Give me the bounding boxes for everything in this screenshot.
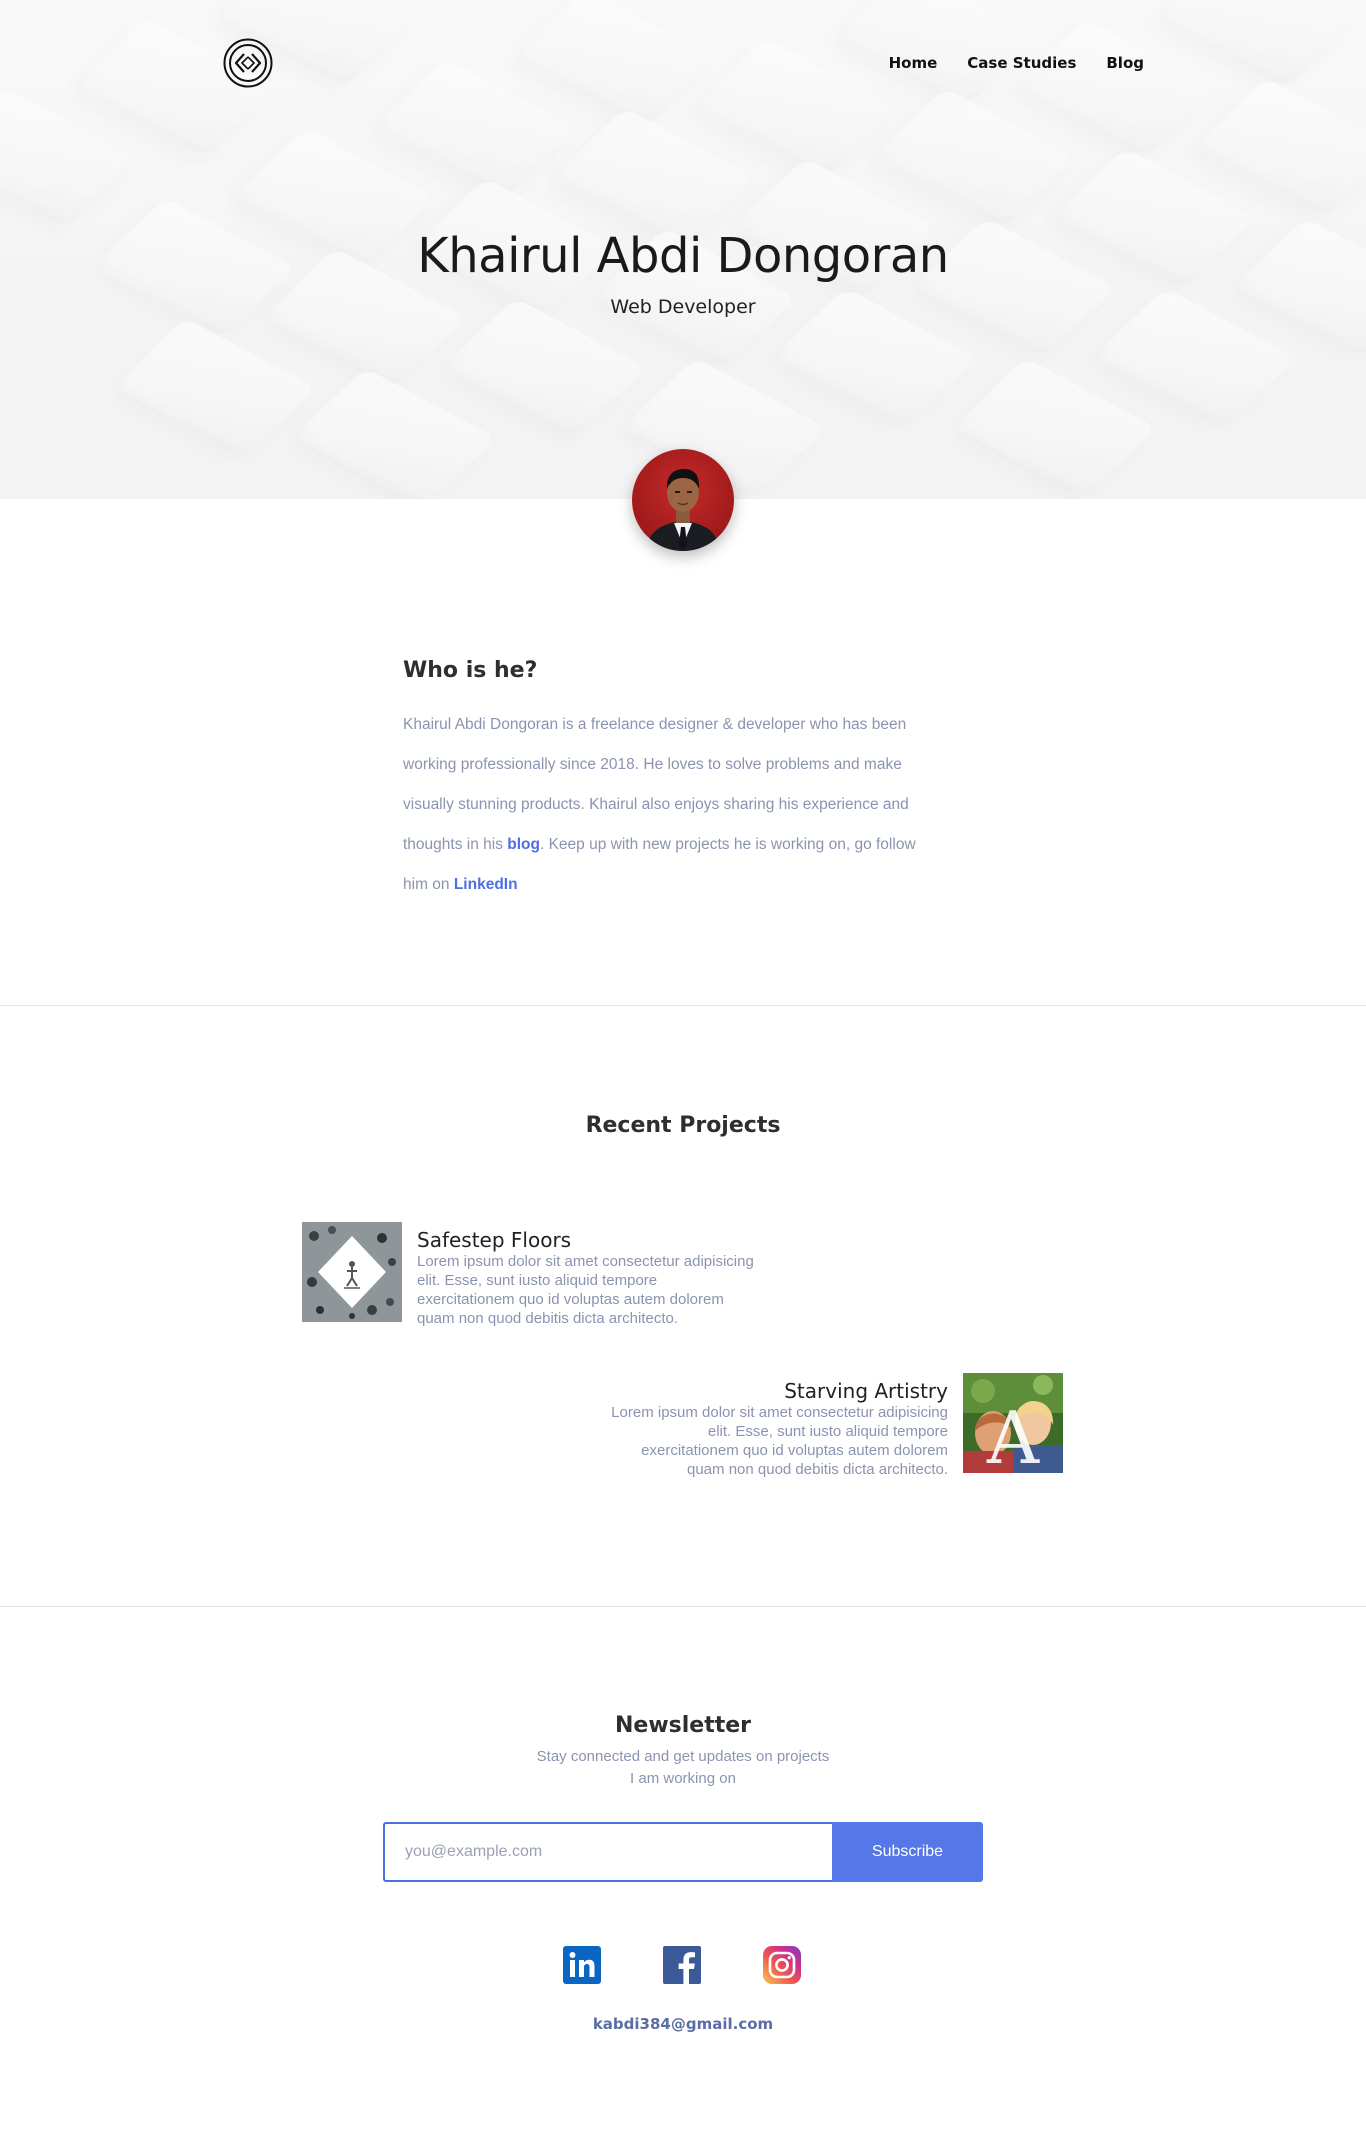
profile-photo <box>646 469 720 551</box>
project-title[interactable]: Safestep Floors <box>417 1228 757 1252</box>
about-heading: Who is he? <box>403 658 538 683</box>
newsletter-subtitle: Stay connected and get updates on projec… <box>536 1748 830 1787</box>
project-thumbnail <box>302 1222 402 1322</box>
nav-home[interactable]: Home <box>889 54 938 72</box>
linkedin-icon <box>563 1946 601 1984</box>
contact-email-link[interactable]: kabdi384@gmail.com <box>0 2015 1366 2033</box>
code-logo-icon <box>223 38 273 88</box>
project-card[interactable]: Safestep Floors Lorem ipsum dolor sit am… <box>302 1222 757 1328</box>
project-card[interactable]: Starving Artistry Lorem ipsum dolor sit … <box>608 1373 1063 1479</box>
blog-link[interactable]: blog <box>507 836 540 853</box>
starving-artistry-thumbnail-image: A <box>963 1373 1063 1473</box>
projects-heading: Recent Projects <box>585 1113 781 1138</box>
social-links <box>563 1946 801 1984</box>
avatar <box>632 449 734 551</box>
email-input[interactable] <box>383 1822 832 1882</box>
newsletter-form: Subscribe <box>383 1822 983 1882</box>
main-nav: Home Case Studies Blog <box>889 54 1144 72</box>
project-title[interactable]: Starving Artistry <box>608 1379 948 1403</box>
about-text: Khairul Abdi Dongoran is a freelance des… <box>403 716 916 893</box>
newsletter-heading: Newsletter <box>614 1713 752 1738</box>
about-section: Who is he? Khairul Abdi Dongoran is a fr… <box>403 658 943 905</box>
nav-blog[interactable]: Blog <box>1106 54 1144 72</box>
hero-role: Web Developer <box>610 296 756 318</box>
project-description: Lorem ipsum dolor sit amet consectetur a… <box>611 1404 948 1478</box>
hero-banner: Home Case Studies Blog Khairul Abdi Dong… <box>0 0 1366 499</box>
safestep-thumbnail-image <box>302 1222 402 1322</box>
instagram-icon <box>763 1946 801 1984</box>
subscribe-button[interactable]: Subscribe <box>832 1822 983 1882</box>
instagram-link-icon[interactable] <box>763 1946 801 1984</box>
facebook-link-icon[interactable] <box>663 1946 701 1984</box>
section-divider <box>0 1606 1366 1607</box>
linkedin-link-icon[interactable] <box>563 1946 601 1984</box>
nav-case-studies[interactable]: Case Studies <box>967 54 1076 72</box>
project-thumbnail: A <box>963 1373 1063 1473</box>
svg-text:A: A <box>986 1396 1040 1473</box>
project-description: Lorem ipsum dolor sit amet consectetur a… <box>417 1253 754 1327</box>
logo[interactable] <box>223 38 273 88</box>
hero-name: Khairul Abdi Dongoran <box>417 228 949 284</box>
section-divider <box>0 1005 1366 1006</box>
facebook-icon <box>663 1946 701 1984</box>
linkedin-link[interactable]: LinkedIn <box>454 876 518 893</box>
